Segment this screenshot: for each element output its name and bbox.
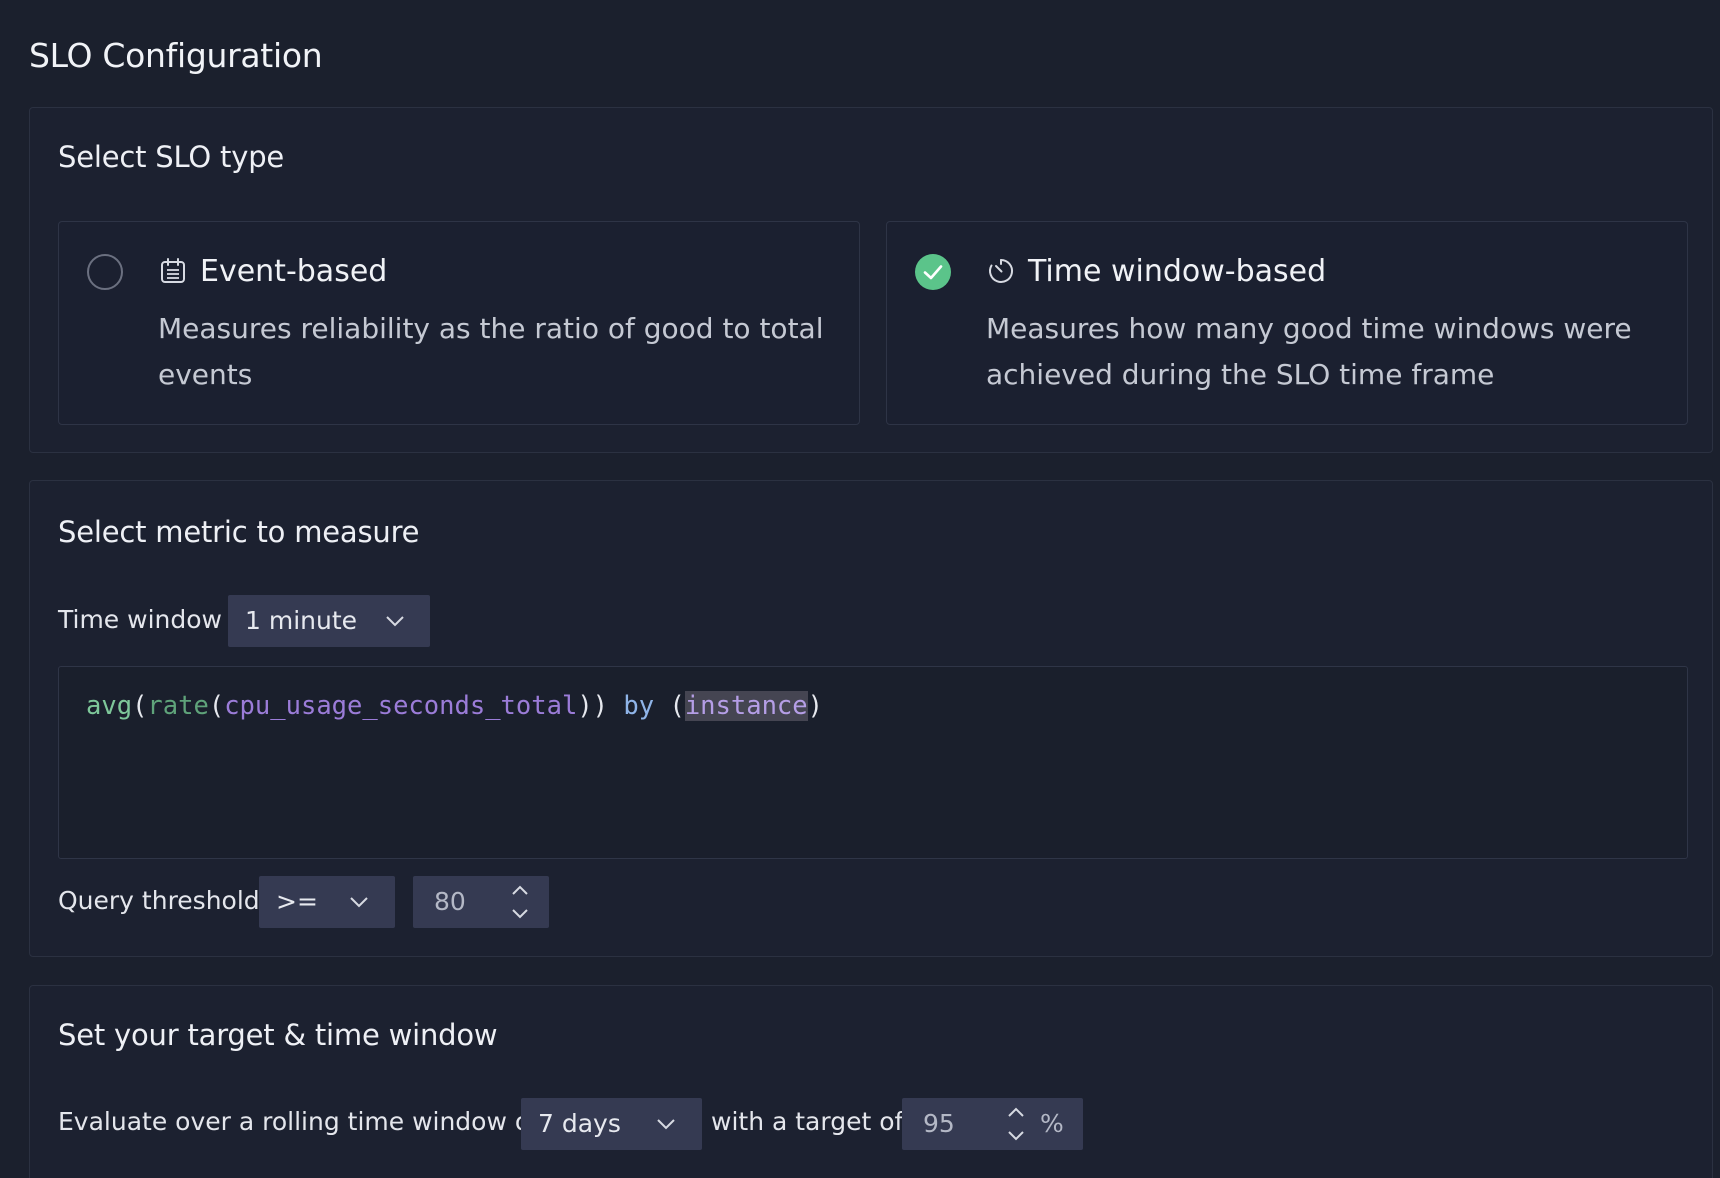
query-editor[interactable]: avg(rate(cpu_usage_seconds_total)) by (i… <box>58 666 1688 859</box>
query-metric: cpu_usage_seconds_total <box>224 691 578 721</box>
query-keyword: by <box>623 691 655 721</box>
threshold-operator-value: >= <box>276 887 318 916</box>
query-threshold-label: Query threshold <box>58 886 260 915</box>
calendar-list-icon <box>161 258 185 283</box>
chevron-down-icon <box>386 616 404 627</box>
metric-panel: Select metric to measure Time window 1 m… <box>29 480 1713 957</box>
slo-type-option-event-based[interactable]: Event-based Measures reliability as the … <box>58 221 860 425</box>
check-icon <box>923 265 943 280</box>
event-based-name: Event-based <box>200 254 388 289</box>
target-label: with a target of <box>711 1107 904 1136</box>
rolling-window-select[interactable]: 7 days <box>521 1098 702 1150</box>
target-title: Set your target & time window <box>58 1018 498 1052</box>
time-window-value: 1 minute <box>245 606 358 635</box>
metric-title: Select metric to measure <box>58 515 420 549</box>
slo-type-option-time-window-based[interactable]: Time window-based Measures how many good… <box>886 221 1688 425</box>
threshold-value: 80 <box>434 887 466 916</box>
rolling-window-label: Evaluate over a rolling time window of <box>58 1107 539 1136</box>
stepper-icon[interactable] <box>1005 1104 1027 1144</box>
target-value-input[interactable]: 95 % <box>902 1098 1083 1150</box>
threshold-operator-select[interactable]: >= <box>259 876 395 928</box>
stepper-icon[interactable] <box>509 882 531 922</box>
query-code: avg(rate(cpu_usage_seconds_total)) by (i… <box>86 691 823 721</box>
target-value: 95 <box>923 1109 955 1138</box>
chevron-down-icon <box>350 897 368 908</box>
time-window-based-radio[interactable] <box>915 254 951 290</box>
time-window-based-name: Time window-based <box>1028 254 1327 289</box>
query-inner-fn: rate <box>147 691 209 721</box>
time-window-based-description: Measures how many good time windows were… <box>986 312 1632 391</box>
query-label: instance <box>684 691 808 721</box>
rolling-window-value: 7 days <box>538 1109 621 1138</box>
timer-icon <box>989 259 1013 283</box>
time-window-label: Time window <box>58 605 222 634</box>
threshold-value-input[interactable]: 80 <box>413 876 549 928</box>
query-fn: avg <box>86 691 133 721</box>
page-title: SLO Configuration <box>29 36 323 75</box>
slo-type-title: Select SLO type <box>58 140 285 174</box>
chevron-down-icon <box>657 1119 675 1130</box>
slo-type-panel: Select SLO type Event-based Measures rel… <box>29 107 1713 453</box>
target-panel: Set your target & time window Evaluate o… <box>29 985 1713 1178</box>
time-window-select[interactable]: 1 minute <box>228 595 430 647</box>
event-based-radio[interactable] <box>87 254 123 290</box>
event-based-description: Measures reliability as the ratio of goo… <box>158 312 824 391</box>
percent-unit: % <box>1040 1109 1064 1138</box>
